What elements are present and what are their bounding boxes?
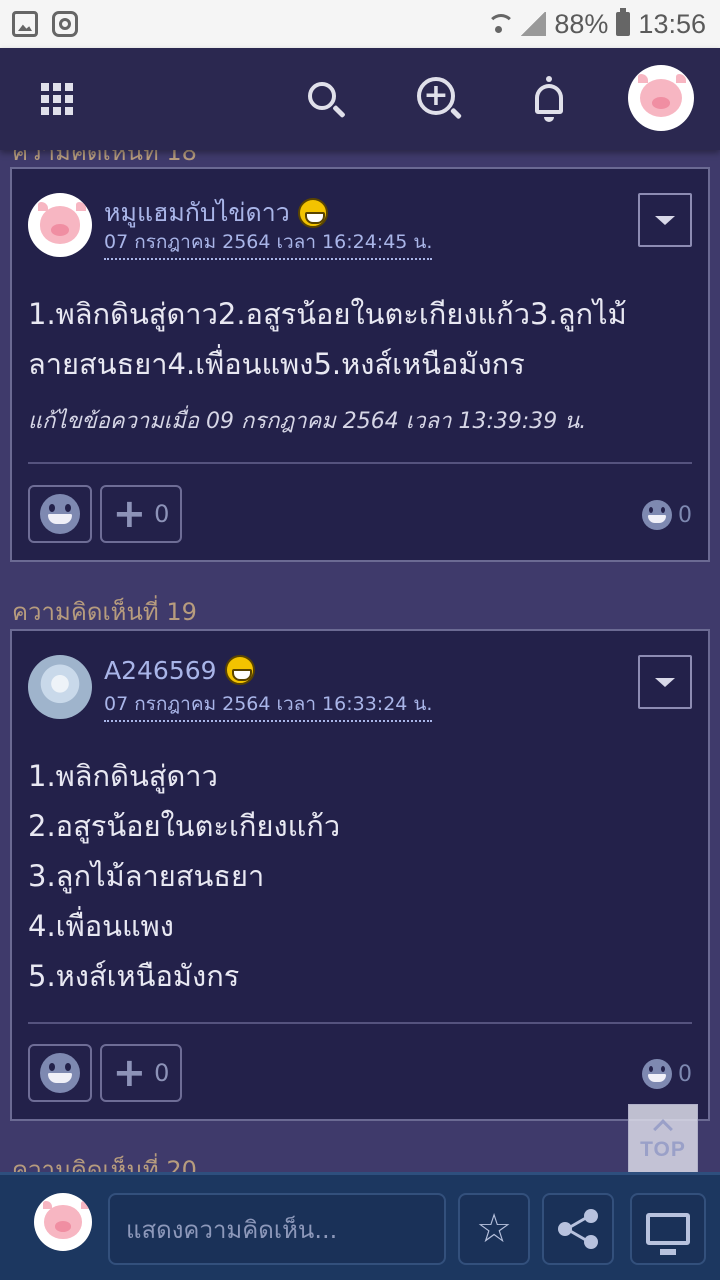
plus-vote-button[interactable]: + 0 bbox=[100, 1044, 182, 1102]
plus-vote-button[interactable]: + 0 bbox=[100, 485, 182, 543]
emotion-button[interactable] bbox=[28, 1044, 92, 1102]
new-topic-button[interactable]: + bbox=[406, 66, 472, 132]
search-button[interactable] bbox=[292, 66, 358, 132]
comment-line: 1.พลิกดินสู่ดาว2.อสูรน้อยในตะเกียงแก้ว3.… bbox=[28, 297, 627, 331]
star-icon: ☆ bbox=[476, 1206, 512, 1252]
divider bbox=[28, 1022, 692, 1024]
add-topic-icon: + bbox=[417, 77, 455, 115]
share-button[interactable] bbox=[542, 1193, 614, 1265]
notifications-button[interactable] bbox=[516, 66, 582, 132]
gallery-notification-icon bbox=[12, 11, 38, 37]
comment-body: 1.พลิกดินสู่ดาว 2.อสูรน้อยในตะเกียงแก้ว … bbox=[28, 751, 692, 1001]
smile-icon bbox=[642, 1059, 672, 1089]
comment-line: 2.อสูรน้อยในตะเกียงแก้ว bbox=[28, 809, 341, 843]
chevron-up-icon bbox=[653, 1119, 673, 1139]
status-bar: 88% 13:56 bbox=[0, 0, 720, 48]
search-icon bbox=[308, 82, 336, 110]
grid-menu-icon bbox=[41, 83, 73, 115]
pig-avatar-icon bbox=[42, 1201, 82, 1239]
profile-avatar[interactable] bbox=[628, 65, 694, 131]
smile-icon bbox=[40, 494, 80, 534]
emotion-count-value: 0 bbox=[678, 1061, 692, 1087]
plus-icon: + bbox=[112, 1050, 147, 1096]
comment-timestamp[interactable]: 07 กรกฎาคม 2564 เวลา 16:33:24 น. bbox=[104, 689, 433, 722]
smile-icon bbox=[642, 500, 672, 530]
comment-input[interactable]: แสดงความคิดเห็น... bbox=[108, 1193, 446, 1265]
plus-icon: + bbox=[112, 491, 147, 537]
comment-line: 1.พลิกดินสู่ดาว bbox=[28, 759, 218, 793]
comment-author-name[interactable]: A246569 bbox=[104, 656, 217, 685]
grin-emoji-icon bbox=[224, 655, 255, 685]
bottom-comment-bar: แสดงความคิดเห็น... ☆ bbox=[0, 1172, 720, 1280]
chevron-down-icon bbox=[655, 677, 675, 687]
signal-icon bbox=[520, 12, 547, 36]
battery-percent: 88% bbox=[554, 8, 609, 39]
scroll-top-button[interactable]: TOP bbox=[628, 1104, 698, 1174]
plus-count: 0 bbox=[154, 1059, 170, 1087]
pig-avatar-icon bbox=[638, 74, 683, 118]
divider bbox=[28, 462, 692, 464]
comment-author-avatar[interactable] bbox=[28, 193, 92, 257]
desktop-view-button[interactable] bbox=[630, 1193, 706, 1265]
comment-line: 5.หงส์เหนือมังกร bbox=[28, 959, 240, 993]
comment-timestamp[interactable]: 07 กรกฎาคม 2564 เวลา 16:24:45 น. bbox=[104, 227, 433, 260]
share-icon bbox=[558, 1209, 598, 1249]
desktop-icon bbox=[646, 1213, 690, 1255]
comment-body: 1.พลิกดินสู่ดาว2.อสูรน้อยในตะเกียงแก้ว3.… bbox=[28, 289, 692, 389]
top-label: TOP bbox=[640, 1138, 686, 1161]
comment-menu-button[interactable] bbox=[638, 655, 692, 709]
app-header: + bbox=[0, 48, 720, 150]
comment-line: ลายสนธยา4.เพื่อนแพง5.หงส์เหนือมังกร bbox=[28, 347, 525, 381]
emotion-button[interactable] bbox=[28, 485, 92, 543]
emotion-count-value: 0 bbox=[678, 502, 692, 528]
smile-icon bbox=[40, 1053, 80, 1093]
pig-avatar-icon bbox=[37, 201, 81, 244]
comment-menu-button[interactable] bbox=[638, 193, 692, 247]
comment-line: 4.เพื่อนแพง bbox=[28, 909, 174, 943]
comment-edited-note: แก้ไขข้อความเมื่อ 09 กรกฎาคม 2564 เวลา 1… bbox=[28, 409, 587, 434]
comment-card: หมูแฮมกับไข่ดาว 07 กรกฎาคม 2564 เวลา 16:… bbox=[10, 167, 710, 562]
favorite-button[interactable]: ☆ bbox=[458, 1193, 530, 1265]
comment-line: 3.ลูกไม้ลายสนธยา bbox=[28, 859, 265, 893]
chevron-down-icon bbox=[655, 215, 675, 225]
plus-count: 0 bbox=[154, 500, 170, 528]
emotion-count: 0 bbox=[642, 1059, 692, 1089]
user-avatar bbox=[34, 1193, 92, 1251]
comment-heading: ความคิดเห็นที่ 19 bbox=[12, 598, 197, 626]
clock: 13:56 bbox=[638, 8, 706, 39]
bell-icon bbox=[535, 76, 563, 122]
emotion-count: 0 bbox=[642, 500, 692, 530]
comment-author-avatar[interactable] bbox=[28, 655, 92, 719]
instagram-notification-icon bbox=[52, 11, 78, 37]
comment-card: A246569 07 กรกฎาคม 2564 เวลา 16:33:24 น.… bbox=[10, 629, 710, 1121]
wifi-icon bbox=[486, 12, 516, 36]
comment-author[interactable]: A246569 bbox=[104, 655, 255, 685]
grin-emoji-icon bbox=[297, 198, 328, 228]
battery-icon bbox=[616, 8, 631, 36]
menu-button[interactable] bbox=[24, 66, 90, 132]
